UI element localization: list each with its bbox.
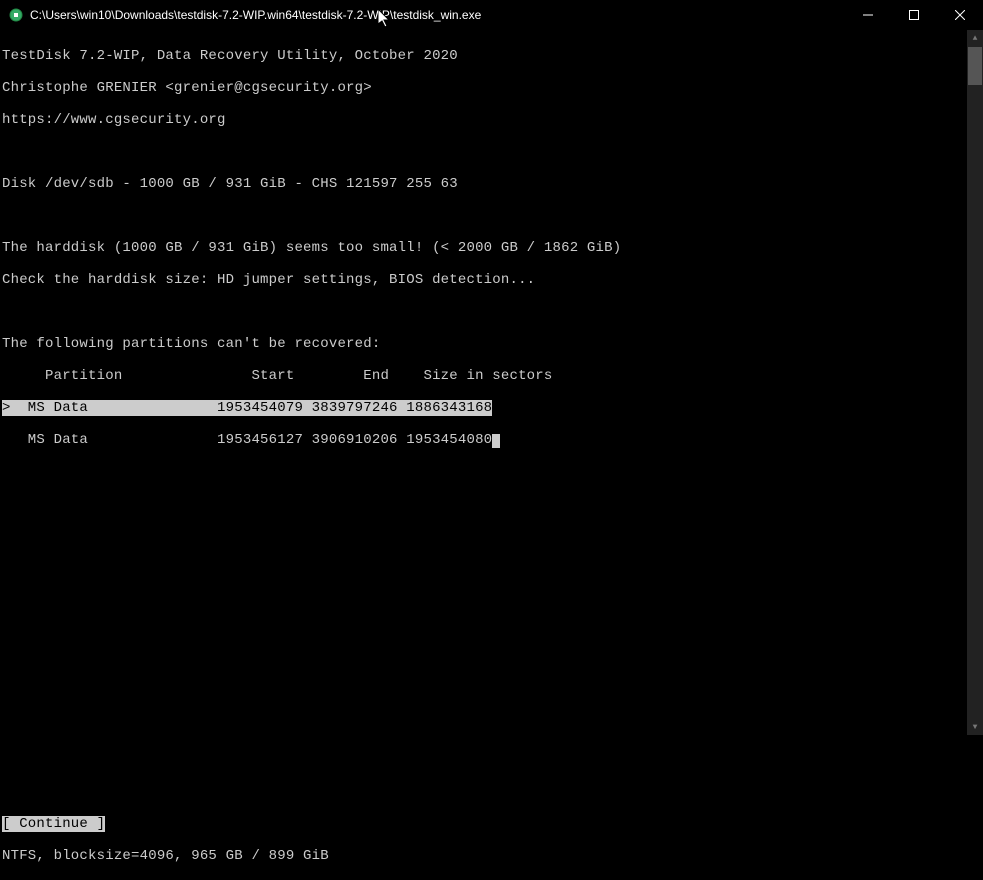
titlebar[interactable]: C:\Users\win10\Downloads\testdisk-7.2-WI… <box>0 0 983 30</box>
window-title: C:\Users\win10\Downloads\testdisk-7.2-WI… <box>30 8 845 22</box>
warning-line-1: The harddisk (1000 GB / 931 GiB) seems t… <box>2 240 983 256</box>
minimize-button[interactable] <box>845 0 891 30</box>
warning-line-2: Check the harddisk size: HD jumper setti… <box>2 272 983 288</box>
partition-row-selected[interactable]: > MS Data 1953454079 3839797246 18863431… <box>2 400 492 416</box>
author-line: Christophe GRENIER <grenier@cgsecurity.o… <box>2 80 983 96</box>
terminal-output: TestDisk 7.2-WIP, Data Recovery Utility,… <box>0 30 983 880</box>
scrollbar-track[interactable]: ▲ ▼ <box>967 30 983 735</box>
close-button[interactable] <box>937 0 983 30</box>
app-icon <box>8 7 24 23</box>
app-header-line: TestDisk 7.2-WIP, Data Recovery Utility,… <box>2 48 983 64</box>
scrollbar-up-arrow[interactable]: ▲ <box>967 30 983 46</box>
maximize-button[interactable] <box>891 0 937 30</box>
window-controls <box>845 0 983 30</box>
table-header: Partition Start End Size in sectors <box>2 368 983 384</box>
scrollbar-thumb[interactable] <box>968 47 982 85</box>
disk-info-line: Disk /dev/sdb - 1000 GB / 931 GiB - CHS … <box>2 176 983 192</box>
partitions-message: The following partitions can't be recove… <box>2 336 983 352</box>
footer-info: NTFS, blocksize=4096, 965 GB / 899 GiB <box>2 848 983 864</box>
continue-button[interactable]: [ Continue ] <box>2 816 105 832</box>
url-line: https://www.cgsecurity.org <box>2 112 983 128</box>
scrollbar-down-arrow[interactable]: ▼ <box>967 719 983 735</box>
partition-row[interactable]: MS Data 1953456127 3906910206 1953454080 <box>2 432 492 448</box>
text-cursor <box>492 434 500 448</box>
